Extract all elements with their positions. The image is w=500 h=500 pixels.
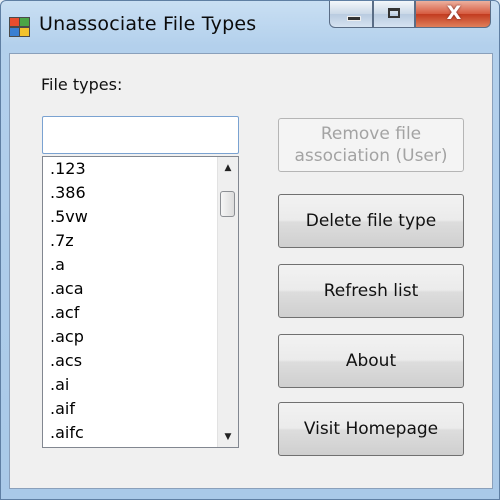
visit-homepage-button[interactable]: Visit Homepage [278,402,464,456]
scroll-down-icon[interactable]: ▼ [218,429,238,447]
list-item[interactable]: .aifc [43,421,218,445]
refresh-list-button[interactable]: Refresh list [278,264,464,318]
list-item[interactable]: .acs [43,349,218,373]
title-bar[interactable]: Unassociate File Types X [1,1,499,51]
maximize-icon [388,8,400,18]
file-types-listbox[interactable]: .123.386.5vw .7z .a .aca .acf .acp .acs .ai .aif… [42,156,239,448]
remove-file-association-button[interactable]: Remove file association (User) [278,118,464,172]
list-item[interactable]: .a [43,253,218,277]
application-window: Unassociate File Types X File types: .12… [0,0,500,500]
list-item[interactable]: .ai [43,373,218,397]
filter-input-wrapper [42,116,239,154]
about-button[interactable]: About [278,334,464,388]
list-item[interactable]: .123 [43,157,218,181]
file-type-filter-input[interactable] [43,117,238,153]
maximize-button[interactable] [373,1,415,28]
list-item[interactable]: .acp [43,325,218,349]
list-item[interactable]: .acf [43,301,218,325]
scroll-thumb[interactable] [220,191,235,217]
close-button[interactable]: X [415,1,491,28]
minimize-button[interactable] [329,1,373,28]
client-area: File types: .123.386.5vw .7z .a .aca .acf .ac… [9,53,493,489]
list-items: .123.386.5vw .7z .a .aca .acf .acp .acs .ai .aif… [43,157,218,445]
window-title: Unassociate File Types [39,13,257,35]
scroll-up-icon[interactable]: ▲ [218,157,238,175]
delete-file-type-button[interactable]: Delete file type [278,194,464,248]
app-icon [9,17,31,37]
file-types-label: File types: [41,75,123,94]
list-item[interactable]: .5vw [43,205,218,229]
list-item[interactable]: .7z [43,229,218,253]
list-item[interactable]: .386 [43,181,218,205]
vertical-scrollbar[interactable]: ▲ ▼ [217,157,238,447]
caption-buttons: X [329,1,495,31]
close-icon: X [446,2,462,24]
list-item[interactable]: .aca [43,277,218,301]
list-item[interactable]: .aif [43,397,218,421]
minimize-icon [347,16,361,21]
